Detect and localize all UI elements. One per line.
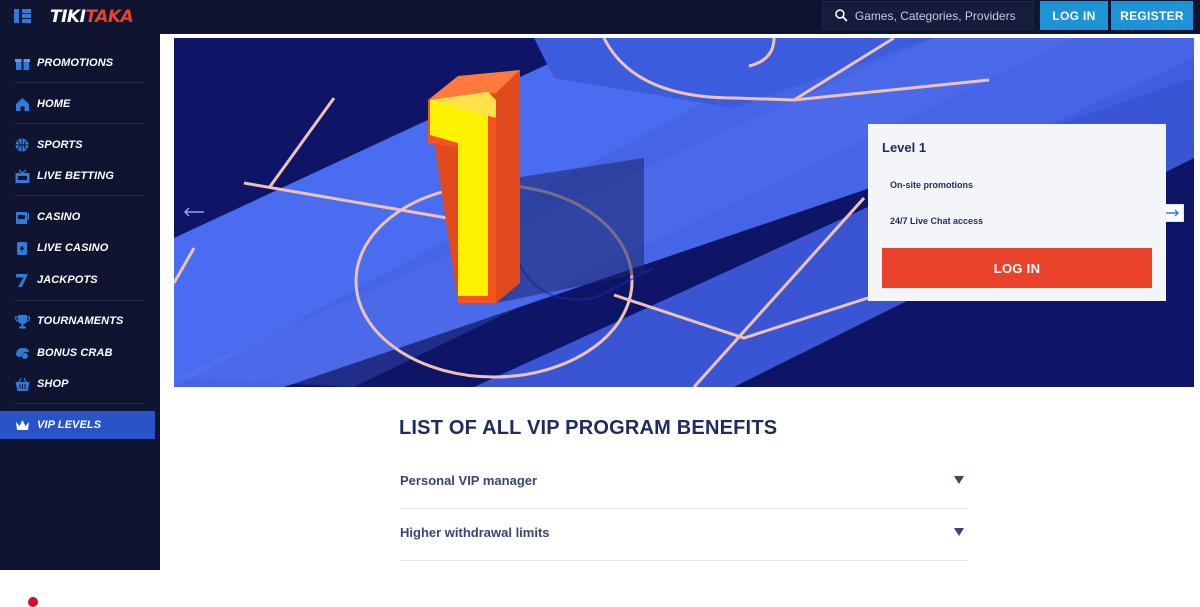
register-button[interactable]: REGISTER: [1111, 1, 1193, 30]
arrow-left-icon: [183, 207, 204, 217]
sidebar: PROMOTIONS HOME SPORTS LIVE BETTING CASI…: [0, 34, 160, 607]
sidebar-item-label: LIVE BETTING: [37, 170, 114, 182]
search-icon: [835, 9, 848, 22]
playing-card-icon: [13, 239, 31, 257]
caret-down-icon: [954, 528, 964, 536]
sidebar-divider: [14, 195, 144, 196]
benefit-title: Personal VIP manager: [400, 473, 538, 488]
sidebar-item-label: JACKPOTS: [37, 274, 98, 286]
help-icon[interactable]: [112, 597, 122, 607]
sidebar-item-label: VIP LEVELS: [37, 419, 102, 431]
sidebar-item-label: PROMOTIONS: [37, 57, 114, 69]
crab-icon: [13, 344, 31, 362]
sidebar-item-jackpots[interactable]: JACKPOTS: [0, 266, 155, 294]
logo-text-b: TAKA: [85, 7, 134, 27]
sidebar-item-label: SHOP: [37, 378, 69, 390]
logo[interactable]: TIKITAKA: [50, 7, 134, 27]
login-button[interactable]: LOG IN: [1040, 1, 1108, 30]
level-card: Level 1 On-site promotions 24/7 Live Cha…: [868, 124, 1166, 301]
prev-slide-button[interactable]: [182, 203, 206, 221]
sidebar-item-tournaments[interactable]: TOURNAMENTS: [0, 307, 155, 335]
sidebar-item-shop[interactable]: SHOP: [0, 370, 155, 398]
gift-icon: [13, 54, 31, 72]
trophy-icon: [13, 312, 31, 330]
sidebar-item-label: HOME: [37, 98, 71, 110]
benefit-accordion-item[interactable]: Higher withdrawal limits: [400, 509, 968, 561]
top-bar: TIKITAKA LOG IN REGISTER: [0, 0, 1200, 34]
sidebar-item-home[interactable]: HOME: [0, 90, 155, 118]
basket-icon: [13, 375, 31, 393]
benefit-title: Higher withdrawal limits: [400, 525, 550, 540]
benefit-accordion-item[interactable]: Personal VIP manager: [400, 457, 968, 509]
sidebar-item-promotions[interactable]: PROMOTIONS: [0, 49, 155, 77]
sidebar-divider: [14, 300, 144, 301]
sidebar-item-sports[interactable]: SPORTS: [0, 131, 155, 159]
slot-machine-icon: [13, 208, 31, 226]
level-benefit: 24/7 Live Chat access: [890, 216, 984, 226]
live-tv-icon: [13, 167, 31, 185]
card-login-button[interactable]: LOG IN: [882, 248, 1152, 288]
sidebar-item-bonus-crab[interactable]: BONUS CRAB: [0, 339, 155, 367]
arrow-right-icon: [1165, 209, 1179, 217]
sidebar-item-label: LIVE CASINO: [37, 242, 109, 254]
basketball-icon: [13, 136, 31, 154]
menu-toggle-icon[interactable]: [14, 8, 34, 24]
sidebar-item-label: TOURNAMENTS: [37, 315, 124, 327]
sidebar-divider: [14, 123, 144, 124]
level-benefit: On-site promotions: [890, 180, 973, 190]
search-box[interactable]: [822, 1, 1034, 30]
caret-down-icon: [954, 476, 964, 484]
sidebar-item-label: CASINO: [37, 211, 81, 223]
sidebar-item-vip-levels[interactable]: VIP LEVELS: [0, 411, 155, 439]
logo-text-a: TIKI: [50, 7, 86, 27]
home-icon: [13, 95, 31, 113]
language-flag-icon[interactable]: [28, 597, 38, 607]
seven-icon: [13, 271, 31, 289]
sidebar-item-label: SPORTS: [37, 139, 83, 151]
sidebar-item-label: BONUS CRAB: [37, 347, 113, 359]
sidebar-item-casino[interactable]: CASINO: [0, 203, 155, 231]
sidebar-item-live-betting[interactable]: LIVE BETTING: [0, 162, 155, 190]
crown-icon: [13, 416, 31, 434]
benefits-heading: LIST OF ALL VIP PROGRAM BENEFITS: [399, 417, 778, 439]
sidebar-divider: [14, 82, 144, 83]
sidebar-divider: [14, 403, 144, 404]
sidebar-item-live-casino[interactable]: LIVE CASINO: [0, 234, 155, 262]
level-title: Level 1: [882, 140, 927, 155]
search-input[interactable]: [854, 8, 1033, 23]
